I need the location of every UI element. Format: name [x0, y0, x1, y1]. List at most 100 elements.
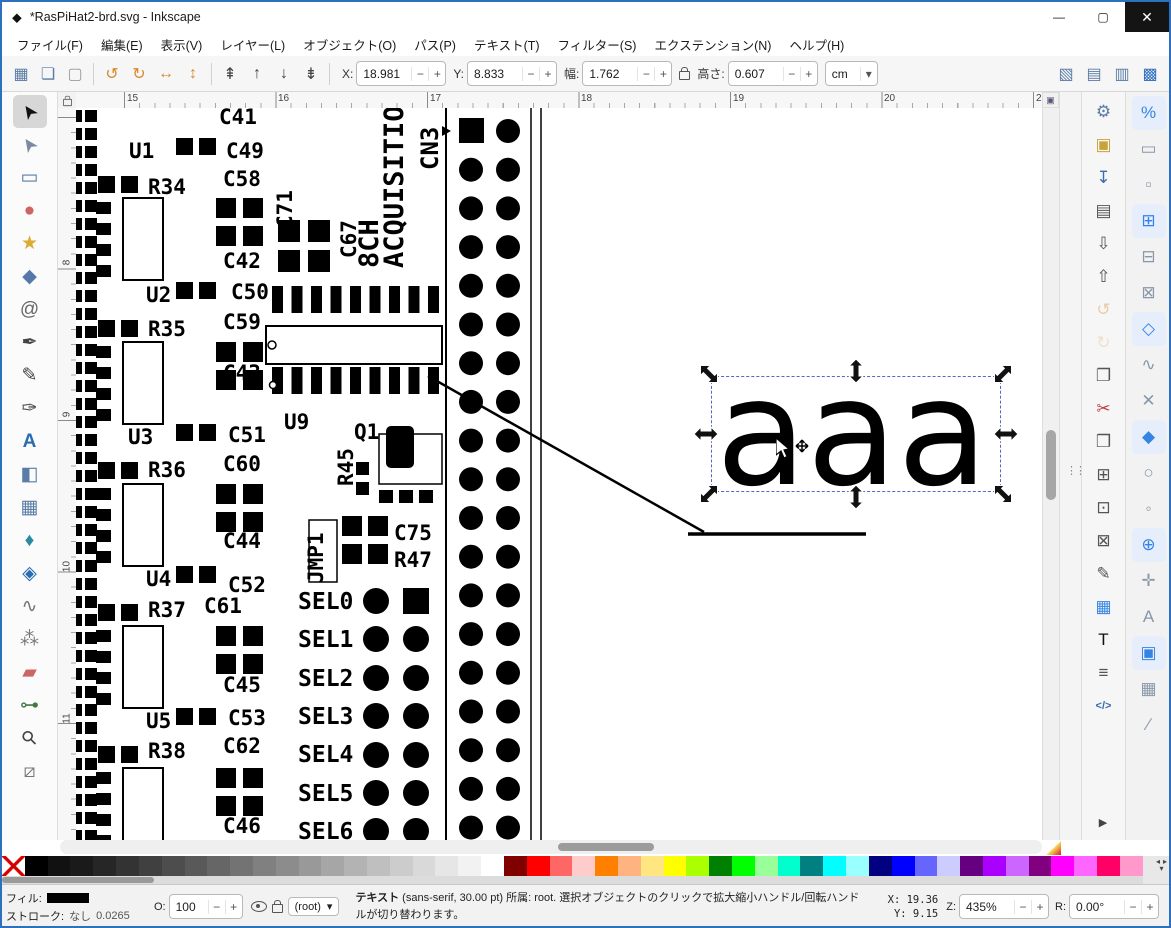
color-swatch[interactable]	[435, 856, 458, 876]
height-input[interactable]: 0.607 − +	[728, 61, 818, 86]
selection-overlay[interactable]: aaa	[711, 376, 1001, 492]
color-swatch[interactable]	[93, 856, 116, 876]
snap-text-baselines-button[interactable]: A	[1132, 600, 1166, 634]
create-clone-button[interactable]: ⊡	[1088, 493, 1120, 523]
scale-pattern-toggle-button[interactable]: ▩	[1137, 61, 1163, 87]
scrollbar-corner-button[interactable]: ▣	[1042, 92, 1059, 108]
rotation-value[interactable]: 0.00°	[1070, 900, 1124, 914]
paint-bucket-tool[interactable]: ◈	[13, 557, 47, 590]
rotation-input[interactable]: 0.00° − +	[1069, 894, 1159, 919]
rotation-decrement-button[interactable]: −	[1124, 900, 1141, 914]
scale-handle-w[interactable]	[693, 421, 719, 447]
open-document-button[interactable]: ▣	[1088, 130, 1120, 160]
menu-object[interactable]: オブジェクト(O)	[294, 32, 405, 57]
width-increment-button[interactable]: +	[654, 67, 671, 81]
export-image-button[interactable]: ⇧	[1088, 262, 1120, 292]
copy-button[interactable]: ❐	[1088, 361, 1120, 391]
maximize-button[interactable]: ▢	[1081, 2, 1125, 32]
height-value[interactable]: 0.607	[729, 67, 783, 81]
color-swatch[interactable]	[755, 856, 778, 876]
color-swatch[interactable]	[1074, 856, 1097, 876]
layers-dialog-button[interactable]: ≡	[1088, 658, 1120, 688]
layer-select[interactable]: (root) ▾	[288, 897, 340, 916]
rotate-cw-button[interactable]: ↻	[126, 61, 152, 87]
color-swatch[interactable]	[595, 856, 618, 876]
color-swatch[interactable]	[618, 856, 641, 876]
y-decrement-button[interactable]: −	[522, 67, 539, 81]
stroke-width-value[interactable]: 0.0265	[96, 910, 130, 922]
x-increment-button[interactable]: +	[428, 67, 445, 81]
spiral-tool[interactable]: @	[13, 293, 47, 326]
menu-help[interactable]: ヘルプ(H)	[780, 32, 853, 57]
color-swatch[interactable]	[915, 856, 938, 876]
color-swatch[interactable]	[481, 856, 504, 876]
scale-handle-e[interactable]	[993, 421, 1019, 447]
calligraphy-tool[interactable]: ✑	[13, 392, 47, 425]
color-swatch[interactable]	[1029, 856, 1052, 876]
color-swatch[interactable]	[458, 856, 481, 876]
y-input[interactable]: 8.833 − +	[467, 61, 557, 86]
color-swatch[interactable]	[686, 856, 709, 876]
color-swatch[interactable]	[504, 856, 527, 876]
opacity-decrement-button[interactable]: −	[208, 900, 225, 914]
width-value[interactable]: 1.762	[583, 67, 637, 81]
zoom-value[interactable]: 435%	[960, 900, 1014, 914]
color-swatch[interactable]	[299, 856, 322, 876]
x-input[interactable]: 18.981 − +	[356, 61, 446, 86]
print-document-button[interactable]: ▤	[1088, 196, 1120, 226]
color-swatch[interactable]	[230, 856, 253, 876]
color-swatch[interactable]	[253, 856, 276, 876]
import-image-button[interactable]: ⇩	[1088, 229, 1120, 259]
flip-horizontal-button[interactable]: ↔	[153, 61, 179, 87]
lock-guides-toggle[interactable]	[63, 98, 72, 105]
menu-file[interactable]: ファイル(F)	[8, 32, 92, 57]
color-swatch[interactable]	[823, 856, 846, 876]
snap-line-midpoints-button[interactable]: ◦	[1132, 492, 1166, 526]
cut-button[interactable]: ✂	[1088, 394, 1120, 424]
paste-button[interactable]: ❒	[1088, 427, 1120, 457]
rotation-increment-button[interactable]: +	[1141, 900, 1158, 914]
vertical-ruler[interactable]: 891011	[58, 108, 77, 840]
pencil-tool[interactable]: ✎	[13, 359, 47, 392]
rotate-ccw-button[interactable]: ↺	[99, 61, 125, 87]
box-3d-tool[interactable]: ◆	[13, 260, 47, 293]
color-swatch[interactable]	[709, 856, 732, 876]
connector-tool[interactable]: ⊶	[13, 689, 47, 722]
color-swatch[interactable]	[1097, 856, 1120, 876]
opacity-value[interactable]: 100	[170, 900, 208, 914]
height-increment-button[interactable]: +	[800, 67, 817, 81]
color-swatch[interactable]	[846, 856, 869, 876]
horizontal-scrollbar-thumb[interactable]	[558, 843, 654, 851]
vertical-scrollbar[interactable]	[1042, 108, 1060, 840]
width-decrement-button[interactable]: −	[637, 67, 654, 81]
scale-stroke-toggle-button[interactable]: ▧	[1053, 61, 1079, 87]
vertical-scrollbar-thumb[interactable]	[1046, 430, 1056, 500]
palette-menu-button[interactable]: ▾	[1156, 865, 1167, 872]
snap-cusp-nodes-button[interactable]: ◆	[1132, 420, 1166, 454]
measure-tool[interactable]: ⧄	[13, 755, 47, 788]
color-swatch[interactable]	[413, 856, 436, 876]
undo-button[interactable]: ↺	[1088, 295, 1120, 325]
rectangle-tool[interactable]: ▭	[13, 161, 47, 194]
palette-scrollbar-thumb[interactable]	[2, 877, 154, 883]
x-value[interactable]: 18.981	[357, 67, 411, 81]
menu-edit[interactable]: 編集(E)	[92, 32, 152, 57]
spray-tool[interactable]: ⁂	[13, 623, 47, 656]
select-all-button[interactable]: ▦	[8, 61, 34, 87]
xml-editor-button[interactable]: </>	[1088, 691, 1120, 721]
menu-text[interactable]: テキスト(T)	[465, 32, 549, 57]
star-tool[interactable]: ★	[13, 227, 47, 260]
commands-expand-button[interactable]: ▶	[1081, 810, 1125, 834]
height-decrement-button[interactable]: −	[783, 67, 800, 81]
color-swatch[interactable]	[25, 856, 48, 876]
layer-name[interactable]: (root)	[295, 901, 321, 913]
scale-handle-n[interactable]	[843, 358, 869, 384]
color-swatch[interactable]	[321, 856, 344, 876]
menu-extensions[interactable]: エクステンション(N)	[645, 32, 780, 57]
lower-to-bottom-button[interactable]: ⇟	[298, 61, 324, 87]
color-swatch[interactable]	[572, 856, 595, 876]
x-decrement-button[interactable]: −	[411, 67, 428, 81]
color-swatch[interactable]	[48, 856, 71, 876]
canvas[interactable]: C41U1C49R34C58C42C71C67U2C50R35C59C43U9U…	[76, 108, 1042, 840]
tweak-tool[interactable]: ∿	[13, 590, 47, 623]
